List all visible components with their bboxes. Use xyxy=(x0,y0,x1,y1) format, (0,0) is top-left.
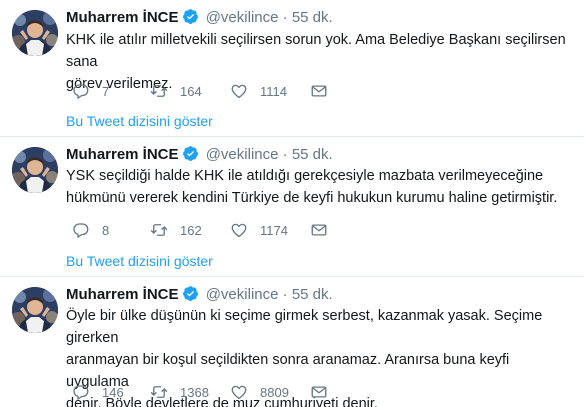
timestamp[interactable]: 55 dk. xyxy=(292,9,333,26)
tweet-header: Muharrem İNCE @vekilince · 55 dk. xyxy=(66,145,333,165)
tweet-header: Muharrem İNCE @vekilince · 55 dk. xyxy=(66,8,333,28)
author-handle[interactable]: @vekilince xyxy=(206,146,279,163)
retweet-icon xyxy=(150,82,168,100)
envelope-icon xyxy=(310,82,328,100)
tweet[interactable]: Muharrem İNCE @vekilince · 55 dk. KHK il… xyxy=(0,0,584,137)
separator-dot: · xyxy=(282,9,288,26)
reply-button[interactable]: 146 xyxy=(72,382,124,402)
envelope-icon xyxy=(310,383,328,401)
timestamp[interactable]: 55 dk. xyxy=(292,286,333,303)
tweet-text-line: hükmünü vererek kendini Türkiye de keyfi… xyxy=(66,190,558,206)
like-count: 8809 xyxy=(260,384,289,400)
direct-message-button[interactable] xyxy=(310,220,328,240)
author-handle[interactable]: @vekilince xyxy=(206,286,279,303)
retweet-count: 164 xyxy=(180,83,202,99)
tweet[interactable]: Muharrem İNCE @vekilince · 55 dk. Öyle b… xyxy=(0,277,584,407)
retweet-button[interactable]: 162 xyxy=(150,220,202,240)
tweet-header: Muharrem İNCE @vekilince · 55 dk. xyxy=(66,285,333,305)
like-button[interactable]: 1174 xyxy=(230,220,288,240)
heart-icon xyxy=(230,82,248,100)
verified-badge-icon xyxy=(182,145,199,162)
retweet-count: 1368 xyxy=(180,384,209,400)
avatar[interactable] xyxy=(12,10,58,56)
author-name[interactable]: Muharrem İNCE xyxy=(66,286,179,303)
retweet-icon xyxy=(150,221,168,239)
reply-button[interactable]: 7 xyxy=(72,81,109,101)
reply-count: 146 xyxy=(102,384,124,400)
like-count: 1174 xyxy=(260,222,288,238)
avatar[interactable] xyxy=(12,287,58,333)
retweet-count: 162 xyxy=(180,222,202,238)
timestamp[interactable]: 55 dk. xyxy=(292,146,333,163)
reply-count: 7 xyxy=(102,83,110,99)
like-count: 1114 xyxy=(260,83,287,99)
retweet-button[interactable]: 1368 xyxy=(150,382,209,402)
separator-dot: · xyxy=(282,146,288,163)
separator-dot: · xyxy=(282,286,288,303)
reply-button[interactable]: 8 xyxy=(72,220,109,240)
reply-icon xyxy=(72,82,90,100)
avatar[interactable] xyxy=(12,147,58,193)
tweet[interactable]: Muharrem İNCE @vekilince · 55 dk. YSK se… xyxy=(0,137,584,277)
tweet-text-line: KHK ile atılır milletvekili seçilirsen s… xyxy=(66,32,566,70)
author-name[interactable]: Muharrem İNCE xyxy=(66,9,179,26)
show-thread-link[interactable]: Bu Tweet dizisini göster xyxy=(66,252,213,270)
envelope-icon xyxy=(310,221,328,239)
reply-count: 8 xyxy=(102,222,110,238)
verified-badge-icon xyxy=(182,285,199,302)
author-handle[interactable]: @vekilince xyxy=(206,9,279,26)
direct-message-button[interactable] xyxy=(310,382,328,402)
reply-icon xyxy=(72,383,90,401)
show-thread-link[interactable]: Bu Tweet dizisini göster xyxy=(66,112,213,130)
verified-badge-icon xyxy=(182,8,199,25)
like-button[interactable]: 8809 xyxy=(230,382,289,402)
like-button[interactable]: 1114 xyxy=(230,81,287,101)
reply-icon xyxy=(72,221,90,239)
tweet-text-line: YSK seçildiği halde KHK ile atıldığı ger… xyxy=(66,168,544,184)
tweet-text: YSK seçildiği halde KHK ile atıldığı ger… xyxy=(66,165,572,209)
heart-icon xyxy=(230,221,248,239)
retweet-icon xyxy=(150,383,168,401)
author-name[interactable]: Muharrem İNCE xyxy=(66,146,179,163)
heart-icon xyxy=(230,383,248,401)
tweet-text-line: Öyle bir ülke düşünün ki seçime girmek s… xyxy=(66,308,543,346)
retweet-button[interactable]: 164 xyxy=(150,81,202,101)
direct-message-button[interactable] xyxy=(310,81,328,101)
